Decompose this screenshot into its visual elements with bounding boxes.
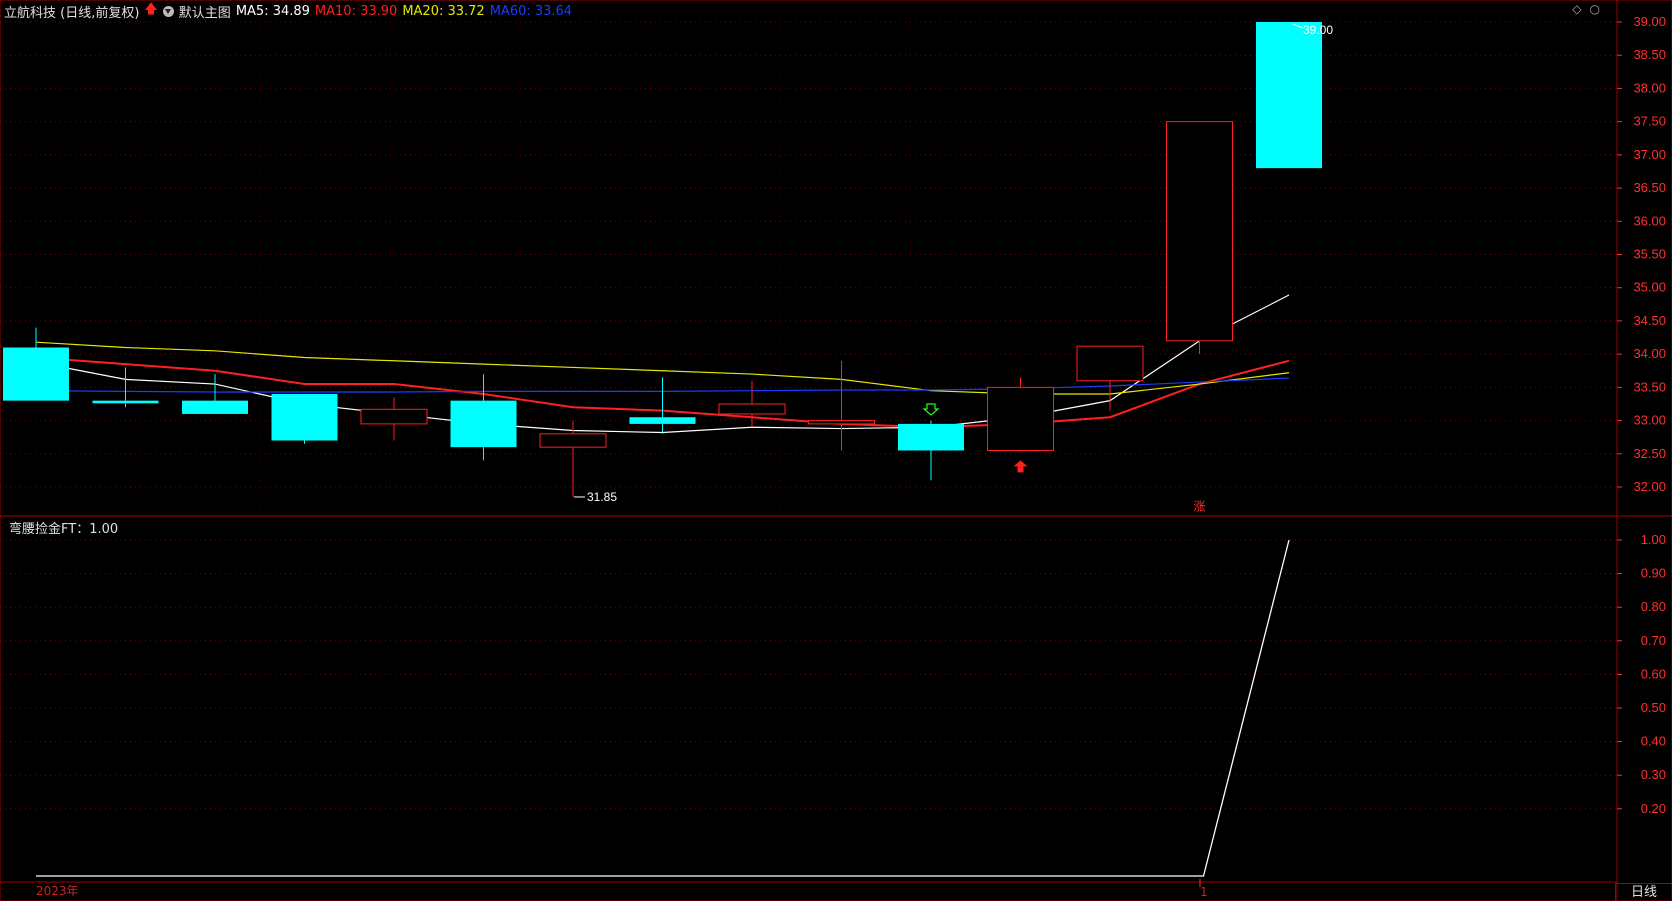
zhang-label: 涨 — [1194, 498, 1206, 513]
candle-body — [808, 420, 875, 425]
price-tick-label: 38.50 — [1633, 47, 1666, 62]
diamond-icon[interactable]: ◇ — [1572, 2, 1581, 16]
candle-body — [629, 417, 696, 424]
candle-body — [182, 400, 248, 414]
indicator-line — [36, 539, 1290, 877]
candle — [92, 367, 159, 408]
candle — [1256, 22, 1322, 169]
candle — [3, 327, 69, 401]
candle — [271, 394, 338, 444]
candle — [629, 377, 696, 434]
indicator-axis: 1.00 0.90 0.80 0.70 0.60 0.50 0.40 0.30 0.20 — [1617, 532, 1666, 816]
high-label: 39.00 — [1303, 23, 1333, 37]
template-name[interactable]: 默认主图 — [179, 2, 231, 21]
template-dropdown-icon[interactable] — [162, 5, 174, 17]
ma20-label: MA20: 33.72 — [402, 3, 485, 19]
main-chart-grid — [0, 0, 1672, 901]
price-tick-label: 33.00 — [1633, 413, 1666, 428]
candle — [360, 397, 428, 441]
price-tick-label: 34.00 — [1633, 346, 1666, 361]
ma60-label: MA60: 33.64 — [489, 3, 573, 19]
up-arrow-icon: 🡅 — [144, 2, 158, 17]
ma5-label: MA5: 34.89 — [235, 3, 310, 19]
indicator-tick-label: 0.50 — [1641, 700, 1666, 715]
indicator-series-line — [36, 539, 1290, 877]
candle-body — [718, 403, 786, 415]
candle — [898, 420, 964, 481]
indicator-tick-label: 0.20 — [1641, 801, 1666, 816]
price-tick-label: 35.50 — [1633, 247, 1666, 262]
indicator-label[interactable]: 弯腰捡金FT：1.00 — [9, 518, 118, 537]
candle-body — [271, 394, 338, 441]
price-tick-label: 37.00 — [1633, 147, 1666, 162]
low-label: 31.85 — [587, 490, 617, 504]
month-label: 1 — [1200, 885, 1208, 899]
candlesticks[interactable] — [3, 22, 1322, 497]
candle-body — [539, 433, 607, 448]
price-tick-label: 37.50 — [1633, 114, 1666, 129]
top-right-icons: ◇ ○ — [1564, 2, 1600, 16]
price-tick-label: 34.50 — [1633, 313, 1666, 328]
year-label: 2023年 — [36, 884, 79, 898]
indicator-tick-label: 0.40 — [1641, 734, 1666, 749]
candle-body — [1076, 345, 1144, 382]
price-tick-label: 32.50 — [1633, 446, 1666, 461]
candle-body — [1166, 121, 1233, 342]
candle-body — [360, 408, 428, 425]
chart-canvas[interactable]: 39.00 38.50 38.00 37.50 37.00 36.50 36.00 35.50… — [0, 0, 1672, 901]
indicator-tick-label: 0.30 — [1641, 767, 1666, 782]
price-tick-label: 39.00 — [1633, 14, 1666, 29]
indicator-tick-label: 0.60 — [1641, 666, 1666, 681]
outer-border — [0, 0, 1672, 901]
period-button[interactable]: 日线 — [1615, 883, 1672, 901]
price-tick-label: 33.50 — [1633, 379, 1666, 394]
ma10-label: MA10: 33.90 — [314, 3, 398, 19]
candle-body — [3, 347, 69, 401]
indicator-tick-label: 0.90 — [1641, 566, 1666, 581]
candle — [808, 360, 875, 451]
candle-body — [450, 400, 517, 448]
candle — [539, 420, 607, 497]
down-arrow-icon — [922, 403, 940, 416]
price-tick-label: 38.00 — [1633, 80, 1666, 95]
price-axis: 39.00 38.50 38.00 37.50 37.00 36.50 36.00 35.50… — [1617, 14, 1666, 494]
indicator-grid — [0, 539, 1617, 810]
price-tick-label: 36.00 — [1633, 213, 1666, 228]
indicator-tick-label: 0.70 — [1641, 633, 1666, 648]
indicator-tick-label: 1.00 — [1641, 532, 1666, 547]
candle-body — [1256, 22, 1322, 169]
candle — [182, 374, 248, 414]
candle — [1076, 345, 1144, 411]
indicator-tick-label: 0.80 — [1641, 599, 1666, 614]
price-tick-label: 36.50 — [1633, 180, 1666, 195]
stock-title[interactable]: 立航科技 (日线,前复权) — [4, 2, 139, 21]
chart-header: 立航科技 (日线,前复权) 🡅 默认主图 MA5: 34.89 MA10: 33… — [4, 2, 573, 21]
up-arrow-icon — [1013, 460, 1028, 473]
candle-body — [987, 386, 1054, 451]
candle — [1166, 121, 1233, 355]
candle — [987, 377, 1054, 451]
price-tick-label: 35.00 — [1633, 280, 1666, 295]
circle-icon[interactable]: ○ — [1590, 2, 1600, 16]
candle-body — [92, 400, 159, 404]
candle-body — [898, 423, 964, 451]
indicator-header: 弯腰捡金FT：1.00 — [4, 518, 118, 537]
up-arrow-shape — [1013, 460, 1028, 473]
price-tick-label: 32.00 — [1633, 479, 1666, 494]
down-arrow-shape — [922, 403, 940, 416]
